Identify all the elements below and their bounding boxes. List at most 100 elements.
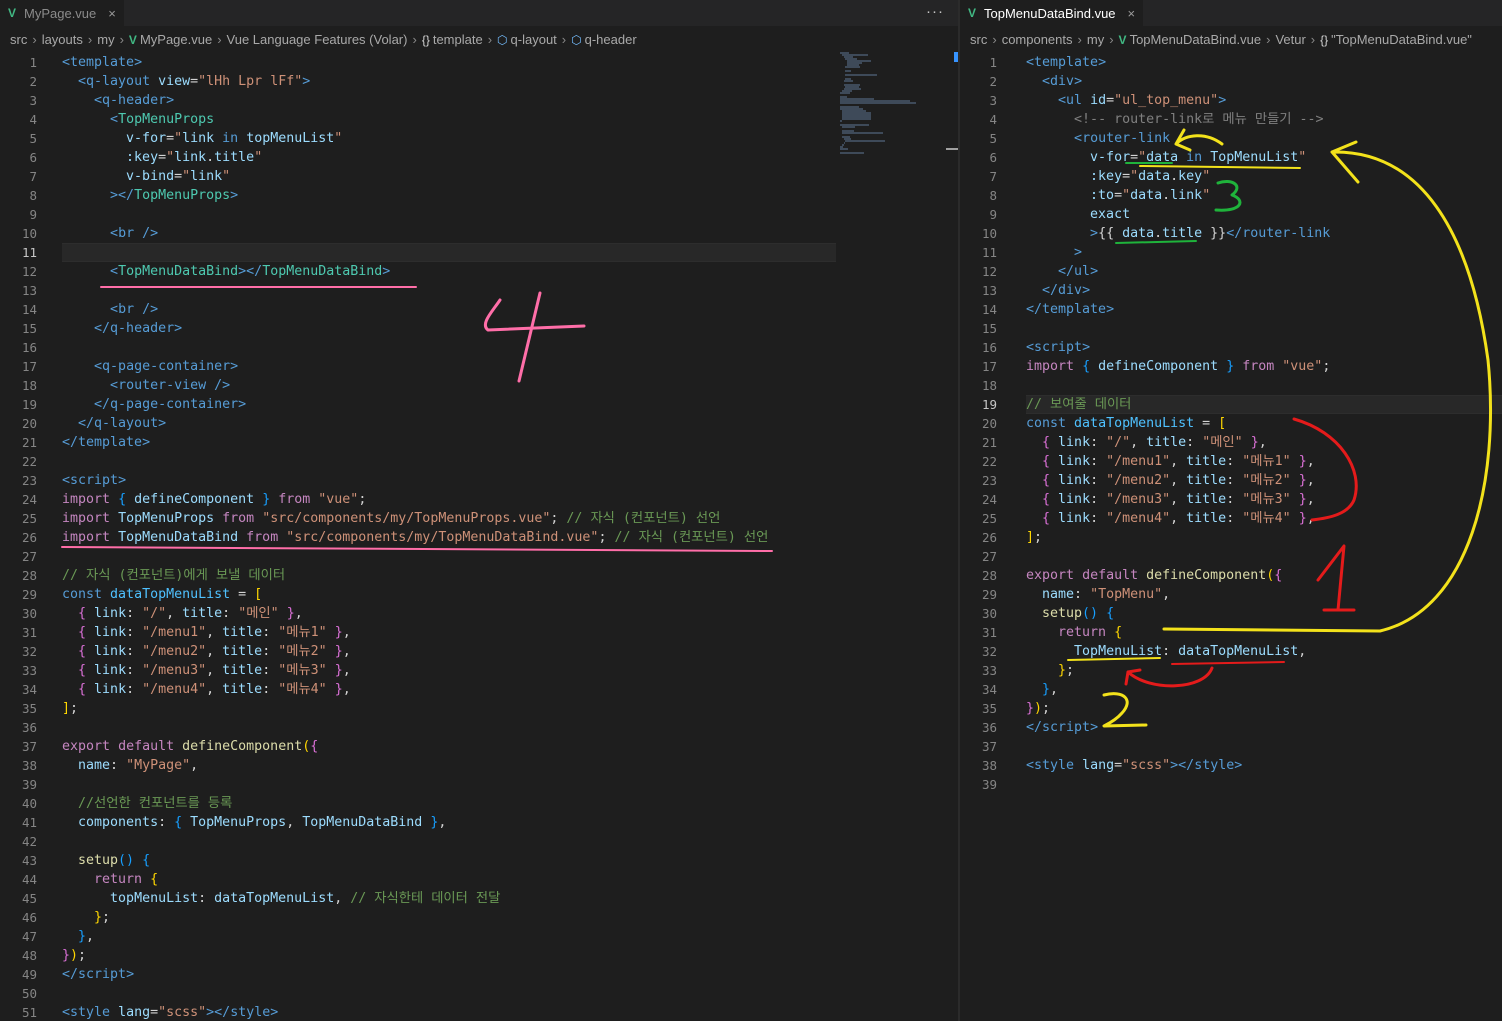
code-line[interactable]: 8 ></TopMenuProps> <box>0 186 958 205</box>
code-line[interactable]: 38 name: "MyPage", <box>0 756 958 775</box>
code-line[interactable]: 34 }, <box>960 680 1502 699</box>
breadcrumb-item[interactable]: ⬡ q-layout <box>497 32 557 47</box>
code-line[interactable]: 46 }; <box>0 908 958 927</box>
code-line[interactable]: 39 <box>960 775 1502 794</box>
breadcrumb-item[interactable]: {} template <box>422 32 483 47</box>
code-line[interactable]: 13 </div> <box>960 281 1502 300</box>
code-line[interactable]: 1 <template> <box>960 53 1502 72</box>
code-line[interactable]: 30 setup() { <box>960 604 1502 623</box>
code-line[interactable]: 23 { link: "/menu2", title: "메뉴2" }, <box>960 471 1502 490</box>
breadcrumb-item[interactable]: src <box>10 32 27 47</box>
code-line[interactable]: 47 }, <box>0 927 958 946</box>
code-line[interactable]: 34 { link: "/menu4", title: "메뉴4" }, <box>0 680 958 699</box>
code-line[interactable]: 35}); <box>960 699 1502 718</box>
code-line[interactable]: 25 import TopMenuProps from "src/componen… <box>0 509 958 528</box>
code-line[interactable]: 21 </template> <box>0 433 958 452</box>
code-line[interactable]: 32 TopMenuList: dataTopMenuList, <box>960 642 1502 661</box>
code-line[interactable]: 31 { link: "/menu1", title: "메뉴1" }, <box>0 623 958 642</box>
code-line[interactable]: 23 <script> <box>0 471 958 490</box>
breadcrumb-item[interactable]: Vue Language Features (Volar) <box>227 32 408 47</box>
code-line[interactable]: 43 setup() { <box>0 851 958 870</box>
breadcrumb-item[interactable]: src <box>970 32 987 47</box>
code-line[interactable]: 44 return { <box>0 870 958 889</box>
breadcrumb-item[interactable]: components <box>1002 32 1073 47</box>
code-line[interactable]: 1 <template> <box>0 53 958 72</box>
breadcrumb-item[interactable]: ⬡ q-header <box>571 32 637 47</box>
code-line[interactable]: 11 > <box>960 243 1502 262</box>
breadcrumb-item[interactable]: my <box>1087 32 1104 47</box>
code-line[interactable]: 26]; <box>960 528 1502 547</box>
code-line[interactable]: 29 name: "TopMenu", <box>960 585 1502 604</box>
code-line[interactable]: 39 <box>0 775 958 794</box>
code-line[interactable]: 11 <box>0 243 958 262</box>
breadcrumb-item[interactable]: V MyPage.vue <box>129 32 212 47</box>
code-line[interactable]: 17 import { defineComponent } from "vue"; <box>960 357 1502 376</box>
tab-topmenudatabind-vue[interactable]: V TopMenuDataBind.vue × <box>960 0 1144 26</box>
code-line[interactable]: 14 </template> <box>960 300 1502 319</box>
close-tab-icon[interactable]: × <box>1128 6 1136 21</box>
code-line[interactable]: 42 <box>0 832 958 851</box>
code-line[interactable]: 7 v-bind="link" <box>0 167 958 186</box>
code-line[interactable]: 41 components: { TopMenuProps, TopMenuDa… <box>0 813 958 832</box>
code-line[interactable]: 36 </script> <box>960 718 1502 737</box>
code-line[interactable]: 50 <box>0 984 958 1003</box>
code-line[interactable]: 10 <br /> <box>0 224 958 243</box>
code-line[interactable]: 33 }; <box>960 661 1502 680</box>
code-line[interactable]: 8 :to="data.link" <box>960 186 1502 205</box>
more-actions-icon[interactable]: ··· <box>926 3 944 20</box>
breadcrumb-item[interactable]: {} "TopMenuDataBind.vue" <box>1320 32 1472 47</box>
code-line[interactable]: 3 <ul id="ul_top_menu"> <box>960 91 1502 110</box>
code-line[interactable]: 38 <style lang="scss"></style> <box>960 756 1502 775</box>
code-editor[interactable]: 1 <template> 2 <div> 3 <ul id="ul_top_menu"… <box>960 52 1502 1021</box>
code-line[interactable]: 28 export default defineComponent({ <box>960 566 1502 585</box>
code-line[interactable]: 48}); <box>0 946 958 965</box>
code-line[interactable]: 5 v-for="link in topMenuList" <box>0 129 958 148</box>
code-editor[interactable]: 1 <template> 2 <q-layout view="lHh Lpr lFf… <box>0 52 958 1021</box>
code-line[interactable]: 22 { link: "/menu1", title: "메뉴1" }, <box>960 452 1502 471</box>
code-line[interactable]: 35]; <box>0 699 958 718</box>
code-line[interactable]: 51 <style lang="scss"></style> <box>0 1003 958 1021</box>
code-line[interactable]: 15 </q-header> <box>0 319 958 338</box>
code-line[interactable]: 49 </script> <box>0 965 958 984</box>
code-line[interactable]: 31 return { <box>960 623 1502 642</box>
code-line[interactable]: 20 const dataTopMenuList = [ <box>960 414 1502 433</box>
code-line[interactable]: 27 <box>960 547 1502 566</box>
breadcrumb-item[interactable]: Vetur <box>1275 32 1305 47</box>
code-line[interactable]: 5 <router-link <box>960 129 1502 148</box>
code-line[interactable]: 25 { link: "/menu4", title: "메뉴4" }, <box>960 509 1502 528</box>
code-line[interactable]: 13 <box>0 281 958 300</box>
code-line[interactable]: 29 const dataTopMenuList = [ <box>0 585 958 604</box>
code-line[interactable]: 2 <div> <box>960 72 1502 91</box>
code-line[interactable]: 17 <q-page-container> <box>0 357 958 376</box>
code-line[interactable]: 18 <box>960 376 1502 395</box>
code-line[interactable]: 27 <box>0 547 958 566</box>
code-line[interactable]: 33 { link: "/menu3", title: "메뉴3" }, <box>0 661 958 680</box>
code-line[interactable]: 6 :key="link.title" <box>0 148 958 167</box>
code-line[interactable]: 7 :key="data.key" <box>960 167 1502 186</box>
breadcrumb-item[interactable]: my <box>97 32 114 47</box>
code-line[interactable]: 20 </q-layout> <box>0 414 958 433</box>
close-tab-icon[interactable]: × <box>108 6 116 21</box>
breadcrumb-item[interactable]: layouts <box>42 32 83 47</box>
code-line[interactable]: 2 <q-layout view="lHh Lpr lFf"> <box>0 72 958 91</box>
code-line[interactable]: 12 </ul> <box>960 262 1502 281</box>
code-line[interactable]: 37 export default defineComponent({ <box>0 737 958 756</box>
code-line[interactable]: 24 { link: "/menu3", title: "메뉴3" }, <box>960 490 1502 509</box>
code-line[interactable]: 15 <box>960 319 1502 338</box>
code-line[interactable]: 12 <TopMenuDataBind></TopMenuDataBind> <box>0 262 958 281</box>
code-line[interactable]: 26 import TopMenuDataBind from "src/compo… <box>0 528 958 547</box>
code-line[interactable]: 9 <box>0 205 958 224</box>
tab-mypage-vue[interactable]: V MyPage.vue × <box>0 0 124 26</box>
code-line[interactable]: 16 <script> <box>960 338 1502 357</box>
code-line[interactable]: 36 <box>0 718 958 737</box>
code-line[interactable]: 21 { link: "/", title: "메인" }, <box>960 433 1502 452</box>
code-line[interactable]: 22 <box>0 452 958 471</box>
code-line[interactable]: 4 <TopMenuProps <box>0 110 958 129</box>
code-line[interactable]: 3 <q-header> <box>0 91 958 110</box>
code-line[interactable]: 6 v-for="data in TopMenuList" <box>960 148 1502 167</box>
code-line[interactable]: 16 <box>0 338 958 357</box>
code-line[interactable]: 18 <router-view /> <box>0 376 958 395</box>
minimap[interactable] <box>840 52 948 162</box>
breadcrumb-item[interactable]: V TopMenuDataBind.vue <box>1119 32 1262 47</box>
code-line[interactable]: 19 // 보여줄 데이터 <box>960 395 1502 414</box>
